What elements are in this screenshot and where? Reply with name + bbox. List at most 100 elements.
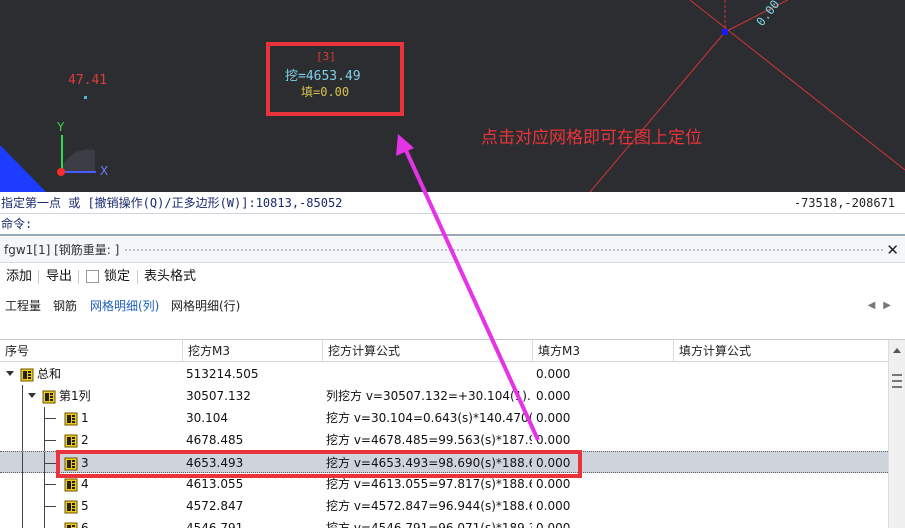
row-index: 2: [81, 433, 89, 447]
fill-volume: 0.000: [536, 521, 571, 528]
highlight-box-viewport: [266, 42, 404, 116]
grid-node-icon: [64, 433, 78, 448]
tree-line: [22, 473, 23, 495]
tab-grid-detail-column[interactable]: 网格明细(列): [90, 292, 159, 320]
panel-title-bar[interactable]: fgw1[1] [钢筋重量: ] ✕: [0, 237, 905, 263]
grid-node-icon: [42, 389, 56, 404]
grid-line: [689, 0, 905, 171]
cut-formula: 挖方 v=4546.791=96.071(s)*189.3...: [326, 521, 532, 528]
grid-node-icon: [64, 411, 78, 426]
column-header-cut-formula[interactable]: 挖方计算公式: [323, 340, 533, 362]
fill-volume: 0.000: [536, 367, 571, 381]
grid-detail-table: 序号 挖方M3 挖方计算公式 填方M3 填方计算公式 总和 513214.505 0…: [0, 339, 905, 528]
lock-checkbox[interactable]: [86, 270, 99, 283]
table-row[interactable]: 1 30.104 挖方 v=30.104=0.643(s)*140.470(... 0…: [0, 407, 888, 429]
tree-line: [44, 484, 56, 485]
header-format-button[interactable]: 表头格式: [144, 263, 196, 291]
fill-formula: [677, 429, 877, 451]
add-button[interactable]: 添加: [6, 263, 32, 291]
tab-scroll-arrows[interactable]: ◀▶: [868, 292, 899, 320]
grid-node-icon: [64, 521, 78, 528]
cad-viewport[interactable]: Y X 0.00 47.41 [3] 挖=4653.49 填=0.00 点击对应…: [0, 0, 905, 192]
cut-volume: 4572.847: [186, 499, 244, 513]
boundary-fill: [0, 145, 46, 192]
column-header-index[interactable]: 序号: [0, 340, 183, 362]
command-prompt-label: 命令:: [1, 217, 33, 231]
grid-node[interactable]: [722, 29, 728, 35]
tree-line: [44, 506, 56, 507]
tree-line: [44, 440, 56, 441]
ucs-axis-icon: Y X: [56, 120, 108, 178]
row-index: 6: [81, 521, 89, 528]
fill-formula: [677, 385, 877, 407]
row-index: 1: [81, 411, 89, 425]
tree-line: [22, 385, 23, 407]
column-header-cut[interactable]: 挖方M3: [183, 340, 323, 362]
cut-formula: 挖方 v=30.104=0.643(s)*140.470(...: [326, 411, 532, 425]
tab-rebar[interactable]: 钢筋: [53, 292, 77, 320]
highlight-box-row: [56, 450, 582, 478]
grid-line: [589, 31, 726, 192]
table-row[interactable]: 总和 513214.505 0.000: [0, 363, 888, 385]
panel-tabs: 工程量 钢筋 网格明细(列) 网格明细(行) ◀▶: [0, 292, 905, 320]
tree-line: [22, 429, 23, 451]
command-history-line: 指定第一点 或 [撤销操作(Q)/正多边形(W)]:10813,-85052 -…: [0, 192, 905, 214]
export-button[interactable]: 导出: [46, 263, 72, 291]
row-index: 5: [81, 499, 89, 513]
annotation-text: 点击对应网格即可在图上定位: [481, 128, 702, 148]
close-icon[interactable]: ✕: [886, 237, 899, 263]
table-row[interactable]: 2 4678.485 挖方 v=4678.485=99.563(s)*187.9..…: [0, 429, 888, 451]
toolbar-divider: [78, 270, 79, 284]
fill-volume: 0.000: [536, 411, 571, 425]
cut-volume: 30.104: [186, 411, 228, 425]
tree-line: [22, 452, 23, 474]
panel-toolbar: 添加 导出 锁定 表头格式: [0, 263, 905, 291]
scroll-up-icon[interactable]: [893, 348, 901, 353]
grid-line: [724, 0, 789, 33]
expand-toggle-icon[interactable]: [6, 371, 14, 376]
fill-formula: [677, 452, 877, 474]
tree-line: [44, 418, 56, 419]
corner-value-label: 0.00: [753, 0, 782, 29]
fill-formula: [677, 363, 877, 385]
column-header-fill[interactable]: 填方M3: [533, 340, 674, 362]
table-row[interactable]: 5 4572.847 挖方 v=4572.847=96.944(s)*188.6..…: [0, 495, 888, 517]
row-index: 总和: [37, 367, 62, 381]
fill-formula: [677, 495, 877, 517]
axis-x-label: X: [100, 164, 108, 178]
column-header-fill-formula[interactable]: 填方计算公式: [674, 340, 888, 362]
cut-volume: 4678.485: [186, 433, 244, 447]
cut-volume: 4546.791: [186, 521, 244, 528]
toolbar-divider: [137, 270, 138, 284]
fill-volume: 0.000: [536, 389, 571, 403]
cut-formula: 挖方 v=4572.847=96.944(s)*188.6...: [326, 499, 532, 513]
drag-grip[interactable]: [124, 248, 883, 252]
cut-formula: [326, 363, 532, 385]
expand-toggle-icon[interactable]: [28, 393, 36, 398]
tree-line: [22, 517, 23, 528]
tree-line: [44, 517, 45, 528]
cad-drawing: Y X 0.00: [0, 0, 905, 192]
tree-line: [22, 495, 23, 517]
grid-node-icon: [64, 499, 78, 514]
fill-formula: [677, 473, 877, 495]
tree-line: [22, 407, 23, 429]
grid-node-icon: [64, 477, 78, 492]
fill-volume: 0.000: [536, 499, 571, 513]
grid-node-icon: [20, 367, 34, 382]
command-input[interactable]: 命令:: [0, 214, 905, 236]
table-row[interactable]: 6 4546.791 挖方 v=4546.791=96.071(s)*189.3..…: [0, 517, 888, 528]
tab-quantities[interactable]: 工程量: [5, 292, 41, 320]
tab-grid-detail-row[interactable]: 网格明细(行): [171, 292, 240, 320]
row-index: 第1列: [59, 389, 91, 403]
lock-label[interactable]: 锁定: [104, 263, 130, 291]
elevation-point: [84, 96, 87, 99]
vertical-scrollbar[interactable]: [888, 340, 905, 528]
fill-volume: 0.000: [536, 433, 571, 447]
table-header: 序号 挖方M3 挖方计算公式 填方M3 填方计算公式: [0, 340, 888, 362]
scroll-thumb[interactable]: [892, 374, 902, 388]
table-row[interactable]: 第1列 30507.132 列挖方 v=30507.132=+30.104(1)..…: [0, 385, 888, 407]
tree-line: [44, 463, 56, 464]
cursor-coordinates: -73518,-208671: [793, 196, 895, 210]
toolbar-divider: [38, 270, 39, 284]
